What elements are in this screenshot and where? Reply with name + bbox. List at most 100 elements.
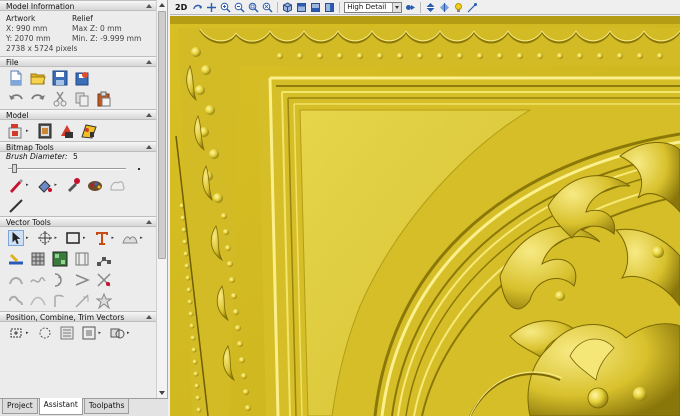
rectangle-icon[interactable] <box>65 230 81 246</box>
3d-relief-viewport[interactable] <box>170 16 680 416</box>
shaded-view-icon[interactable] <box>425 2 436 13</box>
zoom-in-icon[interactable] <box>220 2 231 13</box>
slider-track[interactable] <box>8 168 126 170</box>
section-header-file[interactable]: File <box>0 56 156 67</box>
text-tool-icon[interactable] <box>94 230 110 246</box>
measure-icon[interactable] <box>74 293 90 309</box>
slider-thumb[interactable] <box>12 164 17 173</box>
align-icon[interactable] <box>74 251 90 267</box>
scroll-down-icon[interactable] <box>157 388 167 398</box>
panel-scrollbar[interactable] <box>156 0 167 398</box>
save-icon[interactable] <box>52 70 68 86</box>
block-copy-icon[interactable] <box>109 325 125 341</box>
brush-diameter-slider[interactable] <box>8 164 156 174</box>
dropdown-arrow-icon[interactable]: ▸ <box>55 182 58 188</box>
fill-icon[interactable] <box>37 177 53 193</box>
section-header-model[interactable]: Model <box>0 109 156 120</box>
join-vectors-icon[interactable] <box>8 272 24 288</box>
weld-vectors-icon[interactable] <box>8 293 24 309</box>
shape-icon[interactable] <box>122 230 138 246</box>
paste-icon[interactable] <box>96 91 112 107</box>
light-direction-icon[interactable] <box>467 2 478 13</box>
collapse-icon[interactable] <box>146 220 152 224</box>
tab-toolpaths[interactable]: Toolpaths <box>83 399 130 414</box>
rotate-icon[interactable] <box>37 325 53 341</box>
dropdown-arrow-icon[interactable]: ▸ <box>127 330 130 336</box>
collapse-icon[interactable] <box>146 145 152 149</box>
array-copy-icon[interactable] <box>81 325 97 341</box>
redo-icon[interactable] <box>30 91 46 107</box>
transform-icon[interactable] <box>37 230 53 246</box>
dropdown-arrow-icon[interactable]: ▸ <box>83 235 86 241</box>
rotate-view-icon[interactable] <box>192 2 203 13</box>
scrollbar-thumb[interactable] <box>158 11 166 259</box>
vectors-from-bitmap-icon[interactable] <box>109 177 125 193</box>
model-colors-icon[interactable] <box>80 123 97 139</box>
select-arrow-icon[interactable] <box>8 229 24 246</box>
pixel-size-value: 2738 x 5724 pixels <box>6 44 78 53</box>
max-z-value: Max Z: 0 mm <box>72 24 122 33</box>
curve-fit-icon[interactable] <box>30 293 46 309</box>
side-view-icon[interactable] <box>324 2 335 13</box>
star-shape-icon[interactable] <box>96 292 112 309</box>
smooth-vectors-icon[interactable] <box>30 272 46 288</box>
undo-icon[interactable] <box>8 91 24 107</box>
nesting-icon[interactable] <box>59 325 75 341</box>
copy-icon[interactable] <box>74 91 90 107</box>
collapse-icon[interactable] <box>146 60 152 64</box>
dropdown-arrow-icon[interactable]: ▸ <box>26 235 29 241</box>
dropdown-arrow-icon[interactable]: ▸ <box>140 235 143 241</box>
color-palette-icon[interactable] <box>87 177 103 193</box>
section-title: Position, Combine, Trim Vectors <box>6 313 125 322</box>
fillet-icon[interactable] <box>74 272 90 288</box>
draw-line-icon[interactable] <box>8 198 24 214</box>
zoom-out-icon[interactable] <box>234 2 245 13</box>
material-view-icon[interactable] <box>439 2 450 13</box>
section-header-bitmap-tools[interactable]: Bitmap Tools <box>0 141 156 152</box>
node-edit-icon[interactable] <box>8 251 24 267</box>
dropdown-arrow-icon[interactable]: ▸ <box>26 128 29 134</box>
chevron-down-icon[interactable] <box>392 2 402 12</box>
front-view-icon[interactable] <box>310 2 321 13</box>
detail-level-select[interactable]: High Detail <box>344 1 403 13</box>
color-picker-icon[interactable] <box>65 177 81 193</box>
trim-vectors-icon[interactable] <box>96 272 112 288</box>
top-view-icon[interactable] <box>296 2 307 13</box>
material-setup-icon[interactable] <box>59 123 75 139</box>
zoom-box-icon[interactable] <box>248 2 259 13</box>
collapse-icon[interactable] <box>146 4 152 8</box>
nodes-icon[interactable] <box>96 251 112 267</box>
scroll-up-icon[interactable] <box>157 0 167 10</box>
collapse-icon[interactable] <box>146 113 152 117</box>
iso-view-icon[interactable] <box>282 1 293 13</box>
toolbar-separator <box>277 1 279 13</box>
dropdown-arrow-icon[interactable]: ▸ <box>55 235 58 241</box>
render-settings-icon[interactable] <box>405 2 416 13</box>
zoom-selected-icon[interactable] <box>262 2 273 13</box>
dropdown-arrow-icon[interactable]: ▸ <box>112 235 115 241</box>
open-folder-icon[interactable] <box>30 70 46 86</box>
grid-icon[interactable] <box>30 251 46 267</box>
move-icon[interactable] <box>8 325 24 341</box>
dropdown-arrow-icon[interactable]: ▸ <box>26 182 29 188</box>
view-2d-button[interactable]: 2D <box>175 3 187 12</box>
extend-vector-icon[interactable] <box>52 293 68 309</box>
section-header-model-information[interactable]: Model Information <box>0 0 156 11</box>
texture-icon[interactable] <box>52 251 68 267</box>
model-size-icon[interactable] <box>37 123 53 139</box>
new-file-icon[interactable] <box>8 70 24 86</box>
cut-icon[interactable] <box>52 91 68 107</box>
lighting-icon[interactable] <box>453 2 464 13</box>
tab-project[interactable]: Project <box>2 399 38 414</box>
job-setup-icon[interactable] <box>8 123 24 139</box>
collapse-icon[interactable] <box>146 315 152 319</box>
paint-brush-icon[interactable] <box>8 177 24 193</box>
dropdown-arrow-icon[interactable]: ▸ <box>99 330 102 336</box>
save-as-icon[interactable] <box>74 70 90 86</box>
dropdown-arrow-icon[interactable]: ▸ <box>26 330 29 336</box>
section-header-position-combine-trim[interactable]: Position, Combine, Trim Vectors <box>0 311 156 322</box>
offset-icon[interactable] <box>52 272 68 288</box>
tab-assistant[interactable]: Assistant <box>38 398 83 415</box>
pan-view-icon[interactable] <box>206 2 217 13</box>
section-header-vector-tools[interactable]: Vector Tools <box>0 216 156 227</box>
